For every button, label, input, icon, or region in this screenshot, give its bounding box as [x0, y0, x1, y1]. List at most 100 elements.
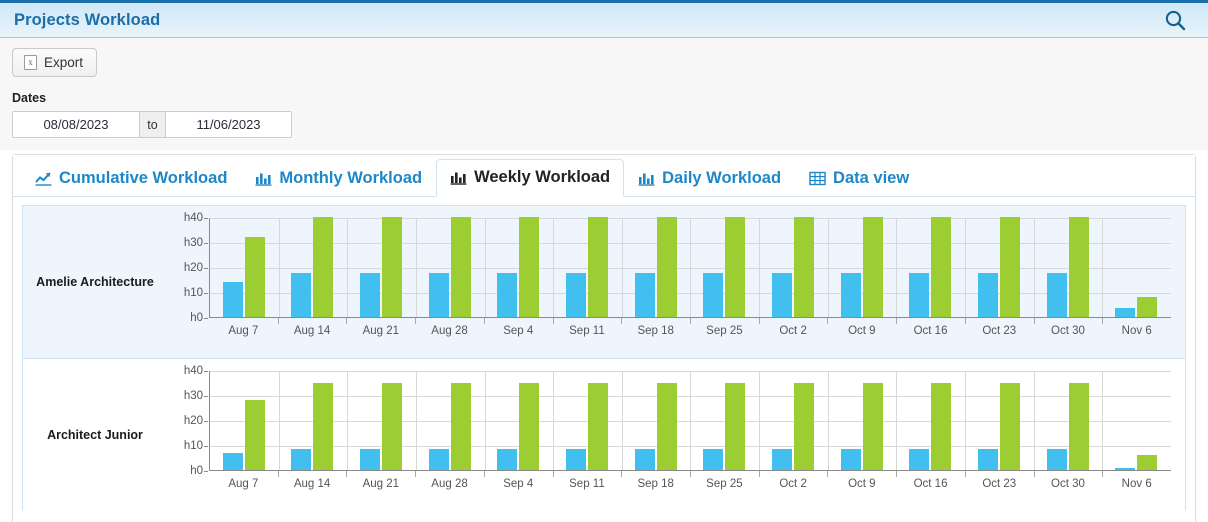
bar[interactable] — [244, 237, 265, 317]
bar-group — [553, 217, 622, 317]
bar[interactable] — [428, 448, 449, 470]
export-button[interactable]: Export — [12, 48, 98, 77]
y-axis-tick-mark — [204, 243, 208, 244]
bar[interactable] — [703, 448, 724, 470]
charts-container: Amelie Architecture h0 h10 h20 h30 h40 Aug 7 Au… — [13, 197, 1195, 511]
bar[interactable] — [497, 448, 518, 470]
bar[interactable] — [291, 448, 312, 470]
bar[interactable] — [862, 217, 883, 317]
x-axis-tick-label: Oct 23 — [964, 471, 1034, 501]
plot-area: h0 h10 h20 h30 h40 Aug 7 Aug 14 Aug 21 Aug 28 Sep… — [175, 206, 1185, 358]
bar[interactable] — [1137, 297, 1158, 317]
y-axis: h0 h10 h20 h30 h40 — [174, 365, 208, 477]
bar[interactable] — [566, 448, 587, 470]
bar[interactable] — [840, 273, 861, 317]
date-range-separator: to — [139, 112, 165, 137]
bar[interactable] — [382, 382, 403, 470]
y-axis-tick-label: h40 — [184, 365, 208, 377]
bar[interactable] — [1115, 467, 1136, 470]
y-axis-tick-mark — [204, 371, 208, 372]
bar[interactable] — [977, 273, 998, 317]
bar[interactable] — [771, 273, 792, 317]
bar[interactable] — [588, 217, 609, 317]
x-axis-tick-label: Oct 9 — [827, 471, 896, 501]
bar[interactable] — [931, 382, 952, 470]
bar[interactable] — [999, 382, 1020, 470]
y-axis-tick-label: h10 — [184, 440, 208, 452]
bar[interactable] — [566, 273, 587, 317]
bar[interactable] — [519, 382, 540, 470]
bar[interactable] — [793, 217, 814, 317]
bar[interactable] — [634, 273, 655, 317]
tab-daily-workload[interactable]: Daily Workload — [624, 160, 795, 197]
bar-group — [415, 371, 485, 470]
x-axis-tick-label: Nov 6 — [1102, 471, 1171, 501]
bar[interactable] — [771, 448, 792, 470]
tab-weekly-workload[interactable]: Weekly Workload — [436, 159, 625, 197]
bar[interactable] — [360, 273, 381, 317]
bar-chart-icon — [638, 171, 655, 186]
chart-row-label: Architect Junior — [47, 428, 143, 442]
y-axis-tick-mark — [204, 396, 208, 397]
bar[interactable] — [931, 217, 952, 317]
bar[interactable] — [1068, 217, 1089, 317]
y-axis-tick-label: h0 — [190, 312, 208, 324]
bar[interactable] — [519, 217, 540, 317]
bar[interactable] — [909, 273, 930, 317]
bar[interactable] — [360, 448, 381, 470]
bar[interactable] — [977, 448, 998, 470]
bar[interactable] — [634, 448, 655, 470]
bar-group — [759, 371, 828, 470]
tab-monthly-workload[interactable]: Monthly Workload — [241, 160, 436, 197]
date-to-input[interactable] — [165, 112, 291, 137]
bar[interactable] — [222, 282, 243, 317]
bar[interactable] — [656, 217, 677, 317]
bar[interactable] — [450, 382, 471, 470]
bar-group — [965, 217, 1034, 317]
date-from-input[interactable] — [13, 112, 139, 137]
bar[interactable] — [428, 273, 449, 317]
x-axis-tick-label: Sep 18 — [621, 318, 690, 348]
bar-group — [621, 217, 691, 317]
bar[interactable] — [656, 382, 677, 470]
bar[interactable] — [291, 273, 312, 317]
bar[interactable] — [450, 217, 471, 317]
bar[interactable] — [1137, 455, 1158, 470]
bar[interactable] — [840, 448, 861, 470]
x-axis-tick-label: Sep 25 — [690, 471, 759, 501]
plot-canvas — [209, 371, 1171, 471]
search-icon[interactable] — [1160, 5, 1190, 35]
bar[interactable] — [382, 217, 403, 317]
bar-group — [415, 217, 485, 317]
bar[interactable] — [1046, 448, 1067, 470]
x-axis-tick-label: Aug 21 — [346, 471, 415, 501]
bar[interactable] — [497, 273, 518, 317]
bar[interactable] — [588, 382, 609, 470]
tab-data-view[interactable]: Data view — [795, 160, 923, 197]
bar[interactable] — [725, 382, 746, 470]
bar-group — [278, 217, 348, 317]
x-axis-tick-label: Aug 28 — [415, 318, 484, 348]
bar[interactable] — [862, 382, 883, 470]
bar[interactable] — [1046, 273, 1067, 317]
y-axis-tick-mark — [204, 318, 208, 319]
bar[interactable] — [999, 217, 1020, 317]
bar[interactable] — [222, 452, 243, 470]
bar[interactable] — [313, 217, 334, 317]
tab-cumulative-workload[interactable]: Cumulative Workload — [21, 160, 241, 197]
bar-group — [484, 217, 554, 317]
app-header: Projects Workload — [0, 0, 1208, 38]
y-axis-tick-mark — [204, 293, 208, 294]
bar[interactable] — [703, 273, 724, 317]
bar[interactable] — [244, 400, 265, 470]
y-axis-tick-label: h40 — [184, 212, 208, 224]
bar[interactable] — [313, 382, 334, 470]
x-axis-tick-label: Aug 7 — [228, 325, 259, 337]
tab-label: Daily Workload — [662, 169, 782, 187]
bar[interactable] — [1115, 308, 1136, 317]
bar[interactable] — [1068, 382, 1089, 470]
bar[interactable] — [725, 217, 746, 317]
bar[interactable] — [909, 448, 930, 470]
y-axis-tick-label: h30 — [184, 237, 208, 249]
bar[interactable] — [793, 382, 814, 470]
